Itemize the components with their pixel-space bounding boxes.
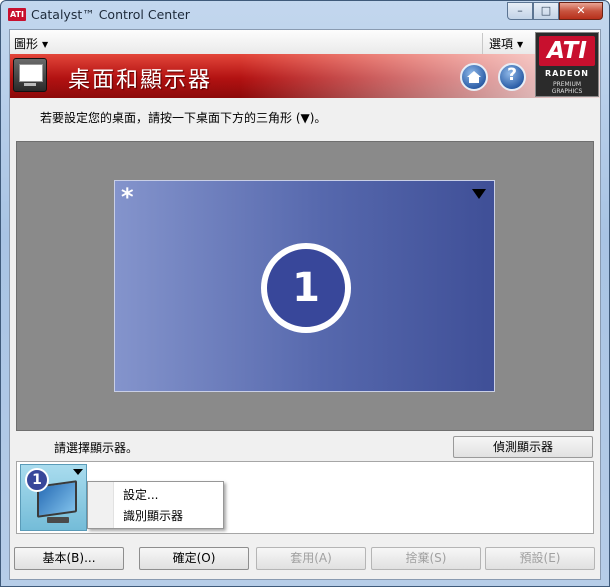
primary-desktop-marker: *	[121, 183, 134, 211]
graphics-menu[interactable]: 圖形 ▼	[14, 35, 48, 52]
ati-radeon-logo: ATI RADEON PREMIUM GRAPHICS	[535, 32, 599, 97]
menu-item-identify-displays[interactable]: 識別顯示器	[123, 507, 183, 524]
window-title: Catalyst™ Control Center	[31, 7, 190, 22]
apply-button[interactable]: 套用(A)	[256, 547, 366, 570]
app-window: ATI Catalyst™ Control Center – □ ✕ 圖形 ▼ 選…	[0, 0, 610, 587]
logo-line1: RADEON	[545, 69, 589, 78]
menu-bar: 圖形 ▼ 選項 ▼	[10, 30, 600, 54]
chevron-down-icon: ▼	[42, 40, 49, 49]
display-thumbnail-1[interactable]: 1	[20, 464, 87, 531]
logo-line2: PREMIUM GRAPHICS	[536, 81, 598, 95]
client-area: 圖形 ▼ 選項 ▼ 桌面和顯示器 ? ATI RADEON PREMIUM GRAP…	[9, 29, 601, 580]
logo-brand: ATI	[539, 36, 595, 66]
caption-buttons: – □ ✕	[507, 2, 603, 20]
desktop-dropdown-arrow-icon[interactable]	[472, 189, 486, 199]
display-context-menu: 設定... 識別顯示器	[87, 481, 224, 529]
ati-app-icon: ATI	[8, 8, 26, 21]
chevron-down-icon: ▼	[517, 40, 524, 49]
basic-button[interactable]: 基本(B)...	[14, 547, 124, 570]
minimize-button[interactable]: –	[507, 2, 533, 20]
home-button[interactable]	[460, 63, 488, 91]
page-title: 桌面和顯示器	[68, 68, 213, 93]
detect-displays-button[interactable]: 偵測顯示器	[453, 436, 593, 458]
menu-item-configure[interactable]: 設定...	[123, 486, 158, 503]
thumbnail-dropdown-arrow-icon[interactable]	[73, 469, 83, 475]
desktop-layout-area: * 1	[16, 141, 594, 431]
graphics-menu-label: 圖形	[14, 37, 39, 51]
instruction-text: 若要設定您的桌面，請按一下桌面下方的三角形 (▼)。	[40, 111, 327, 125]
options-menu[interactable]: 選項 ▼	[482, 33, 529, 54]
desktop-tile-1[interactable]: * 1	[114, 180, 495, 392]
select-display-label: 請選擇顯示器。	[54, 441, 139, 455]
display-number-badge: 1	[261, 243, 351, 333]
discard-button[interactable]: 捨棄(S)	[371, 547, 481, 570]
logo-premium: PREMIUM	[552, 81, 582, 88]
options-menu-label: 選項	[489, 37, 514, 51]
home-icon-body	[469, 77, 479, 83]
help-button[interactable]: ?	[498, 63, 526, 91]
close-button[interactable]: ✕	[559, 2, 603, 20]
monitor-stand-icon	[47, 517, 69, 523]
page-header: 桌面和顯示器 ?	[10, 54, 600, 98]
defaults-button[interactable]: 預設(E)	[485, 547, 595, 570]
logo-graphics: GRAPHICS	[551, 88, 583, 95]
thumbnail-number-badge: 1	[25, 468, 49, 492]
title-bar[interactable]: ATI Catalyst™ Control Center – □ ✕	[1, 1, 609, 29]
ok-button[interactable]: 確定(O)	[139, 547, 249, 570]
monitor-icon	[13, 58, 47, 92]
menu-icon-gutter	[88, 482, 114, 528]
maximize-button[interactable]: □	[533, 2, 559, 20]
